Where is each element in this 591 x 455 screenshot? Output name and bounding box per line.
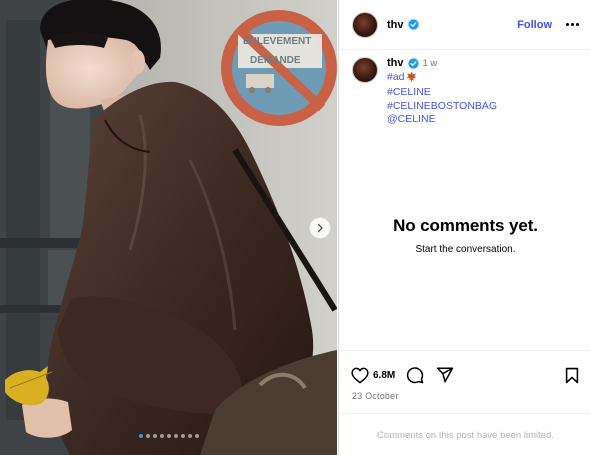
carousel-dot bbox=[173, 434, 178, 438]
hashtag-celine[interactable]: #CELINE bbox=[387, 86, 497, 100]
share-button[interactable] bbox=[436, 366, 454, 384]
bookmark-icon bbox=[565, 367, 579, 383]
carousel-dot bbox=[145, 434, 150, 438]
carousel-dot bbox=[187, 434, 192, 438]
comment-icon bbox=[407, 367, 424, 384]
leaf-icon bbox=[406, 71, 417, 87]
sign-text-top: ENLEVEMENT bbox=[243, 36, 311, 47]
comments-empty-state: No comments yet. Start the conversation. bbox=[339, 216, 591, 255]
like-count[interactable]: 6.8M bbox=[373, 370, 395, 381]
verified-badge-icon bbox=[407, 19, 419, 30]
caption-username[interactable]: thv bbox=[387, 57, 404, 71]
chevron-right-icon bbox=[317, 223, 323, 233]
save-button[interactable] bbox=[564, 367, 580, 384]
carousel-indicator bbox=[0, 434, 337, 438]
like-button[interactable] bbox=[351, 367, 369, 384]
heart-icon bbox=[351, 367, 369, 383]
carousel-dot bbox=[159, 434, 164, 438]
post-photo: ENLEVEMENT DEMANDE bbox=[0, 0, 337, 455]
empty-title: No comments yet. bbox=[393, 216, 538, 235]
post-time[interactable]: 1 w bbox=[423, 57, 438, 71]
avatar[interactable] bbox=[352, 11, 378, 38]
carousel-dot bbox=[194, 434, 199, 438]
post-detail-panel: thv Follow thv 1 w #ad #CELINE #CELINEBO… bbox=[338, 0, 591, 455]
mention-celine[interactable]: @CELINE bbox=[387, 113, 497, 127]
hashtag-ad-text: #ad bbox=[387, 70, 405, 83]
carousel-dot bbox=[138, 434, 143, 438]
post-actions: 6.8M 23 October Comments on this post ha… bbox=[339, 350, 591, 455]
comments-limited-notice: Comments on this post have been limited. bbox=[339, 413, 591, 455]
comment-button[interactable] bbox=[406, 366, 424, 384]
sign-text-bottom: DEMANDE bbox=[250, 55, 301, 66]
caption-avatar[interactable] bbox=[352, 57, 378, 83]
hashtag-ad[interactable]: #ad bbox=[387, 71, 497, 87]
next-media-button[interactable] bbox=[309, 217, 331, 239]
post-date[interactable]: 23 October bbox=[339, 391, 591, 401]
follow-button[interactable]: Follow bbox=[517, 19, 552, 31]
post-media[interactable]: ENLEVEMENT DEMANDE bbox=[0, 0, 337, 455]
carousel-dot bbox=[152, 434, 157, 438]
carousel-dot bbox=[180, 434, 185, 438]
more-icon[interactable] bbox=[566, 18, 579, 32]
no-parking-sign: ENLEVEMENT DEMANDE bbox=[221, 10, 337, 126]
verified-badge-icon bbox=[407, 58, 419, 69]
post-header: thv Follow bbox=[339, 0, 591, 50]
carousel-dot bbox=[166, 434, 171, 438]
hashtag-celinebostonbag[interactable]: #CELINEBOSTONBAG bbox=[387, 100, 497, 114]
username[interactable]: thv bbox=[387, 19, 404, 31]
empty-subtitle: Start the conversation. bbox=[415, 244, 516, 255]
share-icon bbox=[436, 367, 454, 383]
caption: thv 1 w #ad #CELINE #CELINEBOSTONBAG @CE… bbox=[339, 50, 591, 127]
